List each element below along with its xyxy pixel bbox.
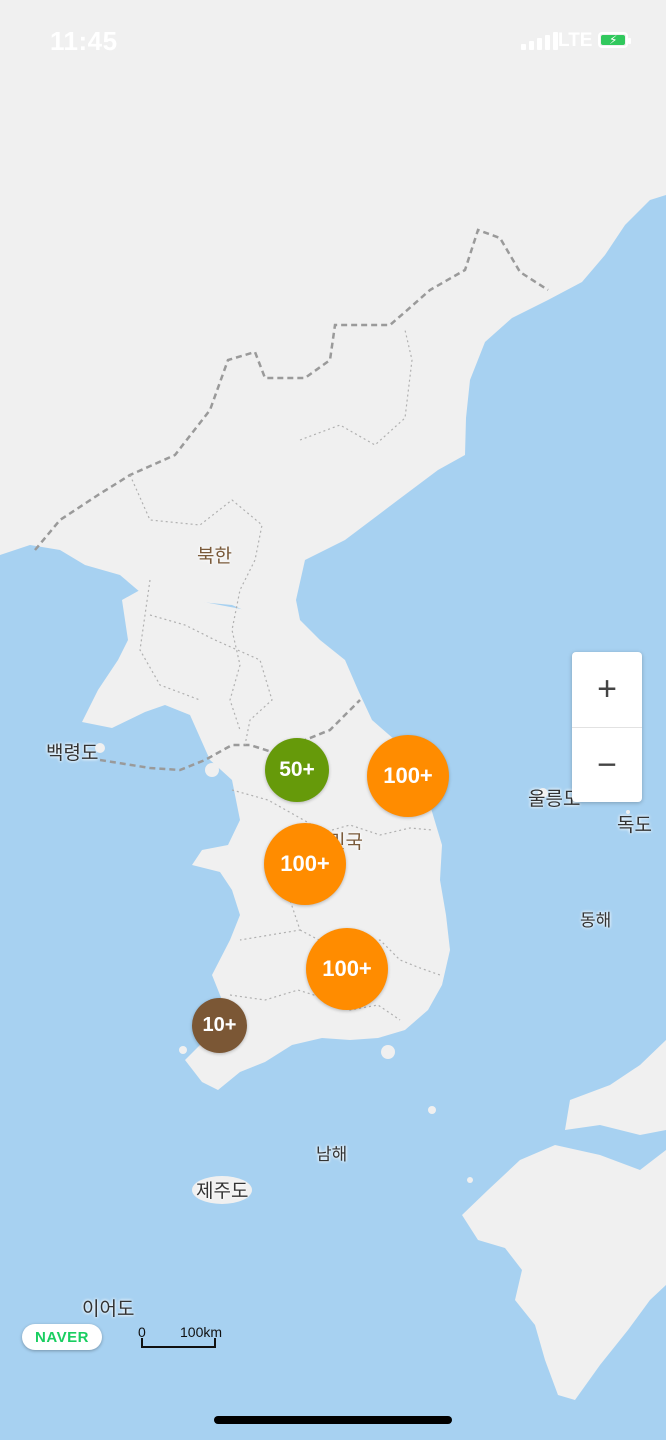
small-island bbox=[467, 1177, 473, 1183]
small-island bbox=[428, 1106, 436, 1114]
map-label-east-sea: 동해 bbox=[580, 911, 612, 930]
small-island bbox=[381, 1045, 395, 1059]
battery-icon: ⚡ bbox=[598, 32, 631, 48]
signal-icon bbox=[521, 32, 558, 50]
network-type: LTE bbox=[558, 30, 593, 51]
map-canvas[interactable] bbox=[0, 0, 666, 1440]
home-indicator[interactable] bbox=[214, 1416, 452, 1424]
cluster-marker[interactable]: 100+ bbox=[367, 735, 449, 817]
scale-bar bbox=[141, 1338, 216, 1348]
cluster-marker[interactable]: 10+ bbox=[192, 998, 247, 1053]
status-time: 11:45 bbox=[50, 26, 118, 56]
zoom-control: + − bbox=[572, 652, 642, 802]
zoom-in-button[interactable]: + bbox=[572, 652, 642, 727]
small-island bbox=[205, 763, 219, 777]
cluster-marker[interactable]: 50+ bbox=[265, 738, 329, 802]
naver-logo[interactable]: NAVER bbox=[22, 1324, 102, 1350]
map-label-dokdo: 독도 bbox=[617, 815, 652, 836]
map-label-baengnyeongdo: 백령도 bbox=[46, 743, 99, 764]
map-label-north-korea: 북한 bbox=[197, 546, 232, 567]
status-bar: 11:45 LTE ⚡ bbox=[0, 0, 666, 84]
cluster-marker[interactable]: 100+ bbox=[264, 823, 346, 905]
map-scale: 0 100km bbox=[138, 1324, 228, 1352]
zoom-out-button[interactable]: − bbox=[572, 728, 642, 803]
map-label-south-sea: 남해 bbox=[316, 1145, 348, 1164]
cluster-marker[interactable]: 100+ bbox=[306, 928, 388, 1010]
small-island bbox=[179, 1046, 187, 1054]
map-label-jejudo: 제주도 bbox=[196, 1181, 249, 1202]
map-label-ieodo: 이어도 bbox=[82, 1299, 135, 1320]
